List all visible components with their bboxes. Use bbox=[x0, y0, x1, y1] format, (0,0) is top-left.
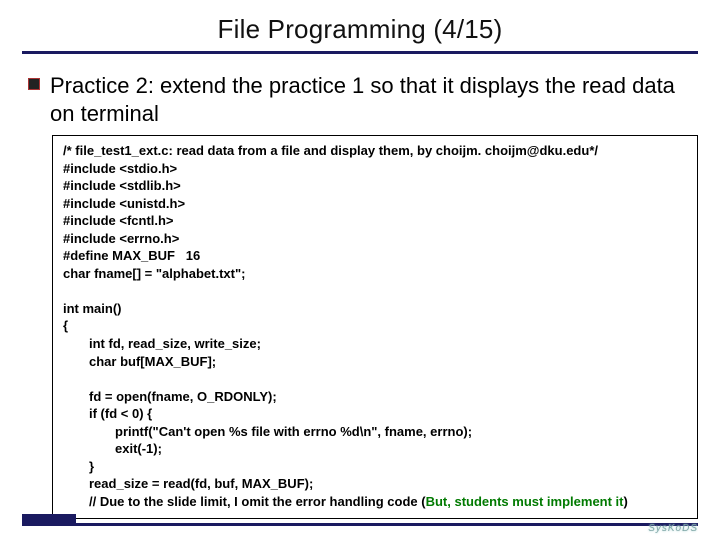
code-comment-highlight: But, students must implement it bbox=[426, 494, 624, 509]
code-line: if (fd < 0) { bbox=[63, 405, 687, 423]
code-line: int main() bbox=[63, 301, 122, 316]
footer-accent bbox=[22, 514, 76, 526]
code-line: read_size = read(fd, buf, MAX_BUF); bbox=[63, 475, 687, 493]
slide: File Programming (4/15) Practice 2: exte… bbox=[0, 0, 720, 540]
slide-title: File Programming (4/15) bbox=[22, 14, 698, 45]
code-comment-part: ) bbox=[624, 494, 628, 509]
code-line: #include <stdio.h> bbox=[63, 161, 177, 176]
code-line: #include <fcntl.h> bbox=[63, 213, 174, 228]
code-line: #include <errno.h> bbox=[63, 231, 179, 246]
code-line: // Due to the slide limit, I omit the er… bbox=[63, 493, 687, 511]
code-line: exit(-1); bbox=[63, 440, 687, 458]
code-line: fd = open(fname, O_RDONLY); bbox=[63, 388, 687, 406]
code-line: int fd, read_size, write_size; bbox=[63, 335, 687, 353]
code-line: /* file_test1_ext.c: read data from a fi… bbox=[63, 143, 598, 158]
code-line: { bbox=[63, 318, 68, 333]
code-line: #define MAX_BUF 16 bbox=[63, 248, 200, 263]
code-comment-part: // Due to the slide limit, I omit the er… bbox=[89, 494, 426, 509]
square-bullet-icon bbox=[28, 78, 40, 90]
bullet-item: Practice 2: extend the practice 1 so tha… bbox=[22, 72, 698, 127]
title-underline bbox=[22, 51, 698, 54]
bullet-text: Practice 2: extend the practice 1 so tha… bbox=[50, 72, 698, 127]
title-block: File Programming (4/15) bbox=[22, 14, 698, 54]
footer-rule bbox=[22, 523, 698, 526]
logo: SysKoDS bbox=[648, 523, 698, 534]
code-line: #include <unistd.h> bbox=[63, 196, 185, 211]
code-line: char buf[MAX_BUF]; bbox=[63, 353, 687, 371]
code-line: #include <stdlib.h> bbox=[63, 178, 181, 193]
code-listing: /* file_test1_ext.c: read data from a fi… bbox=[52, 135, 698, 519]
code-line: printf("Can't open %s file with errno %d… bbox=[63, 423, 687, 441]
code-line: } bbox=[63, 458, 687, 476]
code-line: char fname[] = "alphabet.txt"; bbox=[63, 266, 245, 281]
